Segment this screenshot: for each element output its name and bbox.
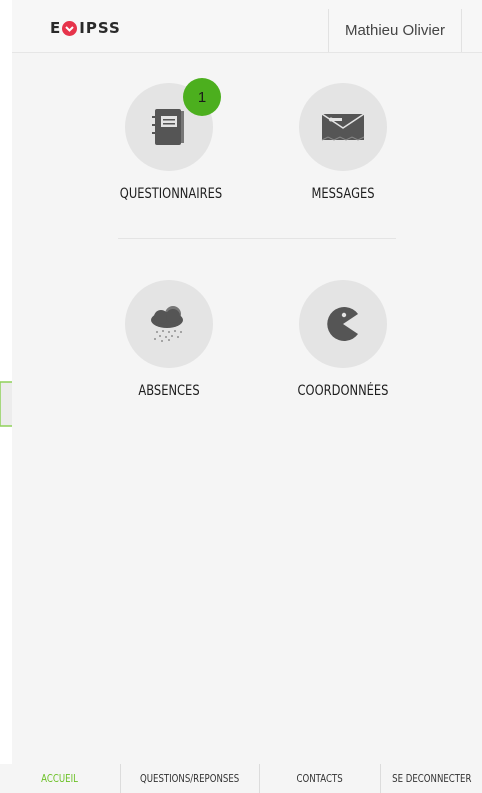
tile-circle (299, 83, 387, 171)
nav-label: SE DECONNECTER (391, 772, 472, 785)
tile-messages[interactable]: MESSAGES (283, 83, 403, 202)
tile-label: ABSENCES (138, 383, 200, 399)
pacman-icon (327, 307, 358, 341)
tile-label: QUESTIONNAIRES (119, 186, 223, 202)
nav-label: QUESTIONS/REPONSES (140, 772, 240, 785)
bottom-nav: ACCUEIL QUESTIONS/REPONSES CONTACTS SE D… (0, 764, 482, 793)
snow-cloud-icon (151, 306, 183, 342)
app-frame: E IPSS Mathieu Olivier 1 QUESTIONNAIRES … (12, 0, 482, 793)
tile-absences[interactable]: ABSENCES (109, 280, 229, 399)
user-menu-button[interactable]: Mathieu Olivier (328, 9, 462, 52)
tile-circle: 1 (125, 78, 221, 171)
logo-text-end: IPSS (79, 19, 121, 37)
tile-circle (299, 280, 387, 368)
logo-mark-icon (62, 20, 78, 36)
tile-coordonnees[interactable]: COORDONNÉES (283, 280, 403, 399)
section-divider (118, 238, 396, 239)
nav-label: ACCUEIL (41, 772, 79, 785)
logo: E IPSS (50, 19, 121, 37)
user-name: Mathieu Olivier (344, 22, 446, 39)
nav-questions-reponses[interactable]: QUESTIONS/REPONSES (120, 764, 259, 793)
nav-contacts[interactable]: CONTACTS (259, 764, 380, 793)
tile-circle (125, 280, 213, 368)
envelope-icon (321, 113, 365, 141)
nav-accueil[interactable]: ACCUEIL (0, 764, 120, 793)
nav-se-deconnecter[interactable]: SE DECONNECTER (380, 764, 482, 793)
tile-label: MESSAGES (311, 186, 375, 202)
top-bar: E IPSS Mathieu Olivier (12, 0, 482, 53)
tile-label: COORDONNÉES (297, 383, 389, 399)
nav-label: CONTACTS (296, 772, 344, 785)
tile-questionnaires[interactable]: 1 QUESTIONNAIRES (109, 78, 229, 202)
notebook-icon (152, 109, 184, 145)
logo-text-start: E (50, 19, 62, 37)
notification-badge: 1 (183, 78, 221, 116)
